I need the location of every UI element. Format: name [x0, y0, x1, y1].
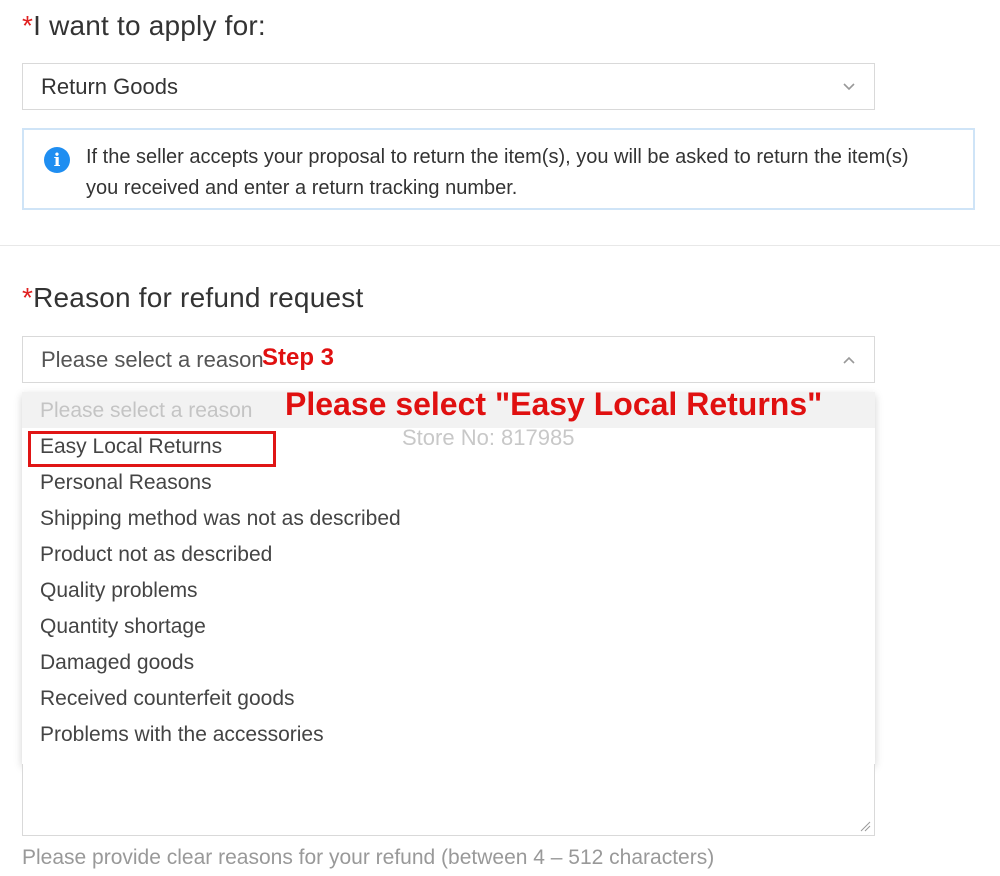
section-divider	[0, 245, 1000, 246]
refund-reason-placeholder: Please select a reason	[41, 347, 264, 372]
apply-for-label: *I want to apply for:	[22, 10, 266, 42]
option-damaged-goods[interactable]: Damaged goods	[40, 647, 194, 679]
option-product-not-as-described[interactable]: Product not as described	[40, 539, 272, 571]
refund-request-form: *I want to apply for: Return Goods i If …	[0, 0, 1000, 876]
refund-reason-hint: Please provide clear reasons for your re…	[22, 846, 715, 869]
return-info-text: If the seller accepts your proposal to r…	[86, 146, 909, 199]
instruction-annotation: Please select "Easy Local Returns"	[285, 386, 823, 422]
apply-type-selected-value: Return Goods	[41, 74, 178, 99]
info-icon: i	[44, 147, 70, 173]
return-info-notice: i If the seller accepts your proposal to…	[22, 128, 975, 210]
store-watermark: Store No: 817985	[402, 425, 575, 450]
required-marker: *	[22, 282, 34, 313]
resize-grip-icon[interactable]	[859, 820, 871, 832]
required-marker: *	[22, 10, 34, 41]
option-counterfeit-goods[interactable]: Received counterfeit goods	[40, 683, 295, 715]
step-annotation: Step 3	[262, 344, 335, 371]
chevron-down-icon[interactable]	[842, 64, 856, 109]
apply-for-label-text: I want to apply for:	[33, 10, 266, 41]
option-personal-reasons[interactable]: Personal Reasons	[40, 467, 212, 499]
refund-reason-label: *Reason for refund request	[22, 282, 363, 314]
refund-reason-label-text: Reason for refund request	[33, 282, 364, 313]
highlight-annotation-box	[28, 431, 276, 467]
option-accessories-problems[interactable]: Problems with the accessories	[40, 719, 324, 751]
apply-type-select[interactable]: Return Goods	[22, 63, 875, 110]
option-quantity-shortage[interactable]: Quantity shortage	[40, 611, 206, 643]
option-quality-problems[interactable]: Quality problems	[40, 575, 198, 607]
option-shipping-method[interactable]: Shipping method was not as described	[40, 503, 401, 535]
refund-reason-select[interactable]: Please select a reason	[22, 336, 875, 383]
refund-reason-textarea[interactable]	[22, 764, 875, 836]
chevron-up-icon[interactable]	[842, 337, 856, 382]
